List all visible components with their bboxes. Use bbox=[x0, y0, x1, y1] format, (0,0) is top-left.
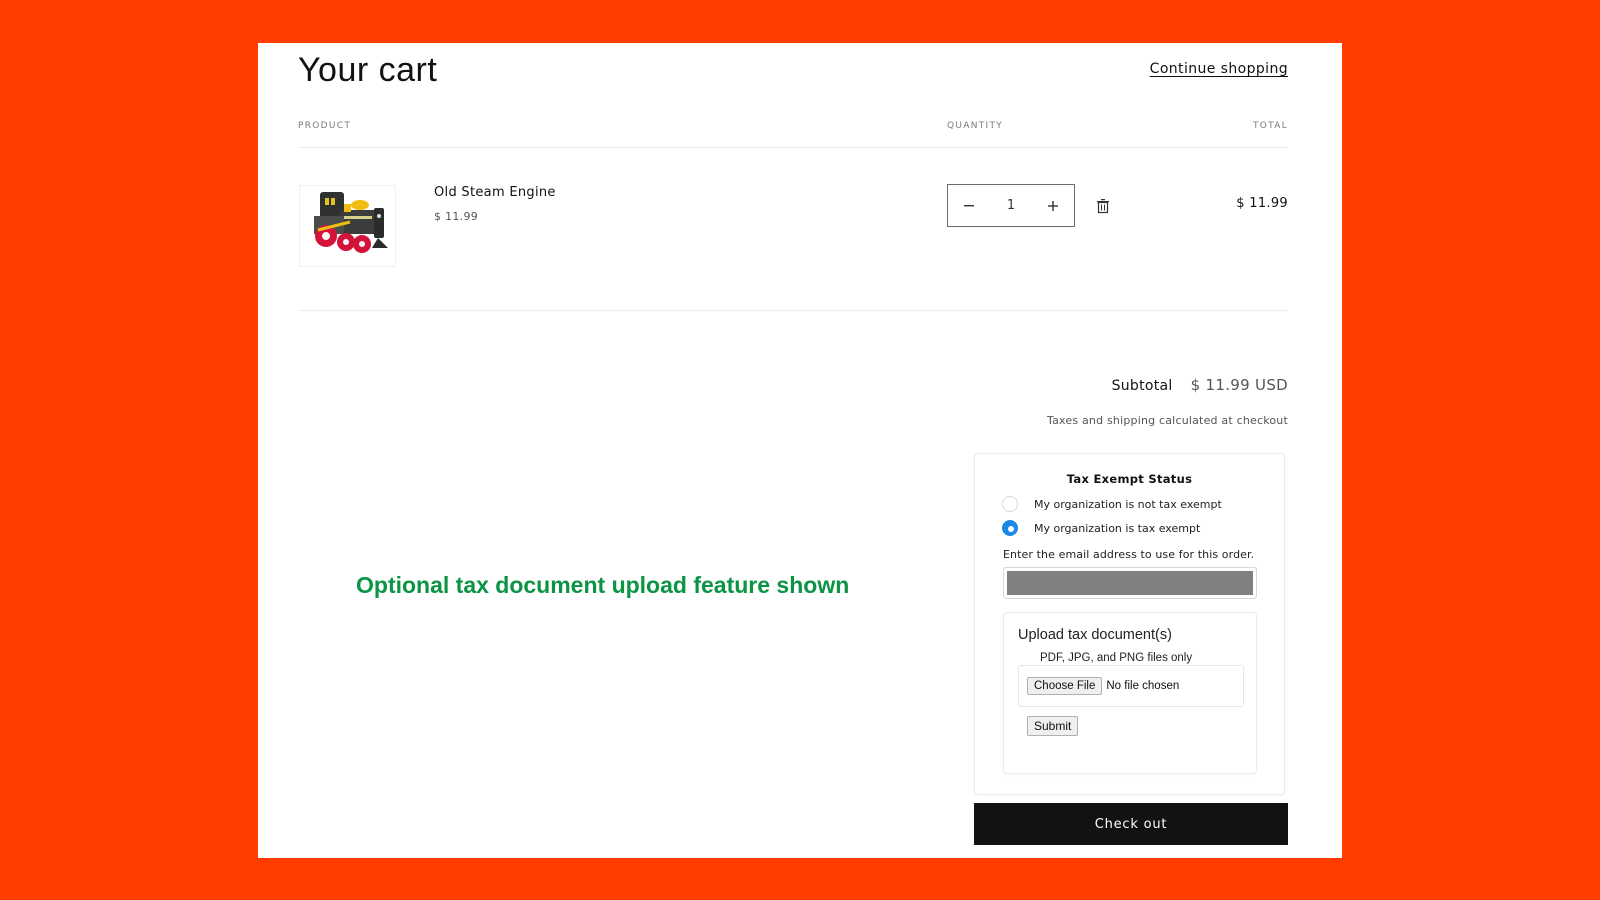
radio-button-unchecked[interactable] bbox=[1002, 496, 1018, 512]
quantity-input[interactable] bbox=[991, 198, 1031, 213]
product-image[interactable] bbox=[299, 185, 396, 267]
email-label: Enter the email address to use for this … bbox=[1003, 548, 1255, 561]
plus-icon bbox=[1048, 200, 1058, 211]
decrease-quantity-button[interactable] bbox=[948, 185, 990, 226]
email-field-wrapper bbox=[1003, 567, 1257, 599]
minus-icon bbox=[964, 204, 974, 206]
divider bbox=[298, 310, 1288, 311]
radio-tax-exempt[interactable]: My organization is tax exempt bbox=[1002, 520, 1200, 536]
choose-file-button[interactable]: Choose File bbox=[1027, 677, 1103, 695]
radio-button-checked[interactable] bbox=[1002, 520, 1018, 536]
divider bbox=[298, 147, 1288, 148]
product-unit-price: $ 11.99 bbox=[434, 210, 479, 223]
continue-shopping-link[interactable]: Continue shopping bbox=[1150, 61, 1288, 77]
column-header-product: PRODUCT bbox=[298, 121, 352, 131]
subtotal-value: $ 11.99 USD bbox=[1190, 376, 1288, 394]
increase-quantity-button[interactable] bbox=[1032, 185, 1074, 226]
submit-button[interactable]: Submit bbox=[1027, 716, 1079, 736]
radio-label: My organization is tax exempt bbox=[1034, 521, 1201, 535]
remove-item-button[interactable] bbox=[1096, 198, 1110, 214]
subtotal-label: Subtotal bbox=[1111, 378, 1173, 394]
product-name[interactable]: Old Steam Engine bbox=[434, 185, 556, 200]
file-status: No file chosen bbox=[1106, 680, 1180, 692]
page-title: Your cart bbox=[298, 51, 438, 89]
column-header-total: TOTAL bbox=[1252, 121, 1288, 131]
file-input: Choose File No file chosen bbox=[1018, 665, 1244, 707]
radio-not-tax-exempt[interactable]: My organization is not tax exempt bbox=[1002, 496, 1222, 512]
upload-hint: PDF, JPG, and PNG files only bbox=[1040, 652, 1193, 664]
quantity-stepper bbox=[947, 184, 1075, 227]
annotation-caption: Optional tax document upload feature sho… bbox=[356, 572, 850, 598]
subtotal: Subtotal $ 11.99 USD bbox=[1112, 376, 1288, 394]
radio-label: My organization is not tax exempt bbox=[1034, 497, 1222, 511]
upload-tax-document-panel: Upload tax document(s) PDF, JPG, and PNG… bbox=[1003, 612, 1257, 774]
tax-shipping-note: Taxes and shipping calculated at checkou… bbox=[1046, 414, 1288, 427]
upload-title: Upload tax document(s) bbox=[1018, 627, 1172, 643]
column-header-quantity: QUANTITY bbox=[947, 121, 1004, 131]
cart-page: Your cart Continue shopping PRODUCT QUAN… bbox=[258, 43, 1342, 858]
tax-exempt-title: Tax Exempt Status bbox=[1066, 472, 1193, 486]
checkout-button[interactable]: Check out bbox=[974, 803, 1288, 845]
toy-steam-engine-image bbox=[314, 192, 388, 253]
line-total: $ 11.99 bbox=[1236, 196, 1288, 211]
tax-exempt-panel: Tax Exempt Status My organization is not… bbox=[974, 453, 1285, 795]
email-input[interactable] bbox=[1007, 571, 1253, 595]
trash-icon bbox=[1097, 199, 1109, 214]
